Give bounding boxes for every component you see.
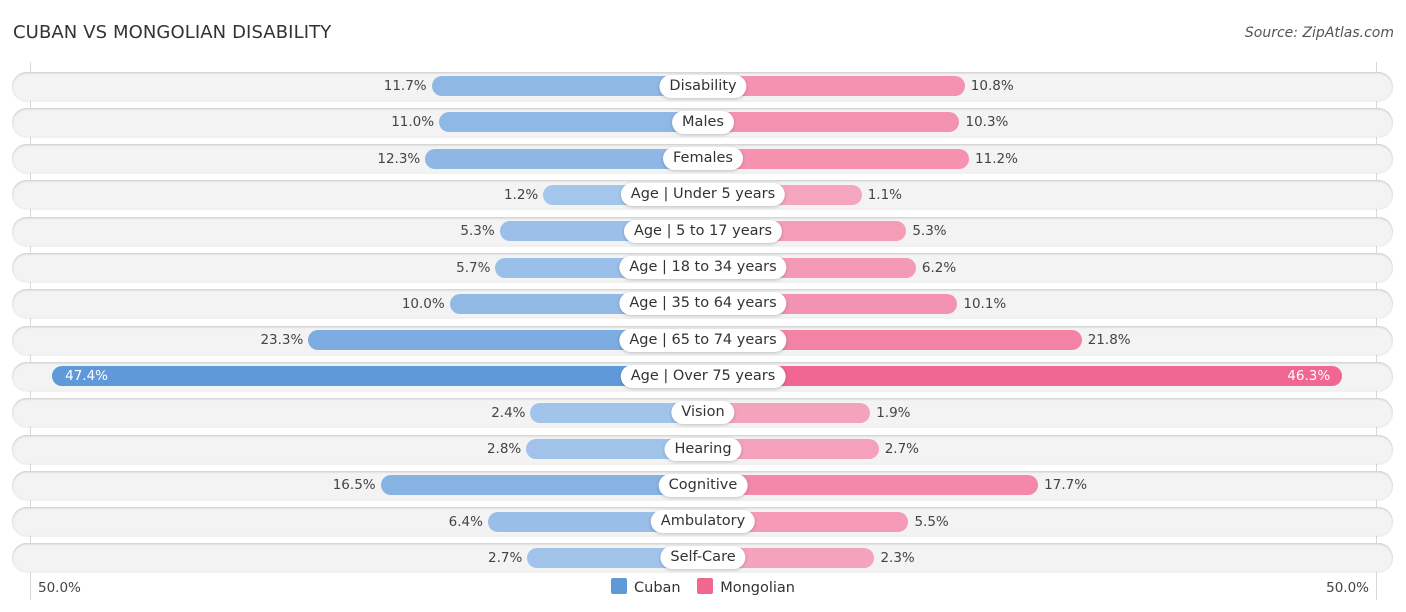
value-label-mongolian: 21.8% — [1087, 332, 1131, 349]
legend-swatch-mongolian — [697, 578, 714, 594]
category-label: Self-Care — [660, 546, 746, 570]
legend-item-mongolian[interactable]: Mongolian — [697, 578, 795, 596]
bar-cuban[interactable] — [52, 366, 703, 387]
category-label: Hearing — [664, 437, 742, 461]
value-label-cuban: 2.4% — [491, 404, 526, 421]
bar-mongolian[interactable] — [703, 112, 960, 133]
legend-swatch-cuban — [611, 578, 627, 594]
category-label: Age | 65 to 74 years — [619, 328, 787, 352]
value-label-mongolian: 6.2% — [921, 259, 957, 276]
category-label: Age | Under 5 years — [620, 183, 786, 207]
legend-label-cuban: Cuban — [634, 580, 681, 596]
value-label-cuban: 5.3% — [460, 223, 495, 240]
category-label: Age | 35 to 64 years — [619, 292, 787, 316]
category-label: Vision — [671, 401, 735, 425]
value-label-mongolian: 5.5% — [914, 513, 949, 530]
category-label: Age | 5 to 17 years — [623, 219, 783, 243]
value-label-cuban: 2.7% — [488, 549, 523, 566]
value-label-cuban: 11.0% — [391, 114, 435, 131]
value-label-mongolian: 10.3% — [965, 114, 1009, 131]
category-label: Males — [672, 110, 734, 134]
value-label-cuban: 23.3% — [260, 332, 304, 349]
bar-cuban[interactable] — [439, 112, 703, 133]
value-label-mongolian: 11.2% — [975, 150, 1018, 167]
value-label-mongolian: 10.8% — [970, 78, 1014, 94]
value-label-mongolian: 2.7% — [884, 441, 919, 457]
value-label-cuban: 2.8% — [486, 441, 522, 457]
value-label-mongolian: 46.3% — [1287, 368, 1331, 385]
value-label-cuban: 47.4% — [65, 368, 109, 385]
category-label: Age | Over 75 years — [620, 364, 786, 388]
legend-label-mongolian: Mongolian — [720, 580, 795, 596]
category-label: Cognitive — [658, 473, 748, 497]
legend-item-cuban[interactable]: Cuban — [611, 578, 681, 596]
value-label-cuban: 1.2% — [503, 186, 539, 203]
value-label-cuban: 11.7% — [383, 78, 427, 94]
bar-mongolian[interactable] — [703, 475, 1039, 496]
value-label-mongolian: 1.9% — [876, 404, 911, 421]
value-label-mongolian: 17.7% — [1044, 477, 1088, 494]
value-label-mongolian: 10.1% — [963, 295, 1007, 312]
value-label-mongolian: 2.3% — [880, 549, 915, 566]
bar-mongolian[interactable] — [703, 366, 1343, 387]
value-label-mongolian: 1.1% — [867, 186, 902, 203]
category-label: Ambulatory — [650, 510, 756, 534]
bar-cuban[interactable] — [380, 475, 703, 496]
value-label-mongolian: 5.3% — [912, 223, 947, 240]
chart-area: 11.7% 10.8% Disability 11.0% 10.3% Males 12.3%… — [0, 0, 1406, 612]
value-label-cuban: 10.0% — [401, 295, 445, 312]
value-label-cuban: 12.3% — [377, 150, 421, 167]
bar-cuban[interactable] — [425, 148, 703, 169]
value-label-cuban: 6.4% — [448, 513, 483, 530]
category-label: Age | 18 to 34 years — [619, 256, 787, 279]
legend: Cuban Mongolian — [0, 578, 1406, 596]
value-label-cuban: 5.7% — [456, 259, 491, 276]
category-label: Females — [663, 147, 743, 171]
value-label-cuban: 16.5% — [332, 477, 376, 494]
category-label: Disability — [659, 74, 747, 98]
